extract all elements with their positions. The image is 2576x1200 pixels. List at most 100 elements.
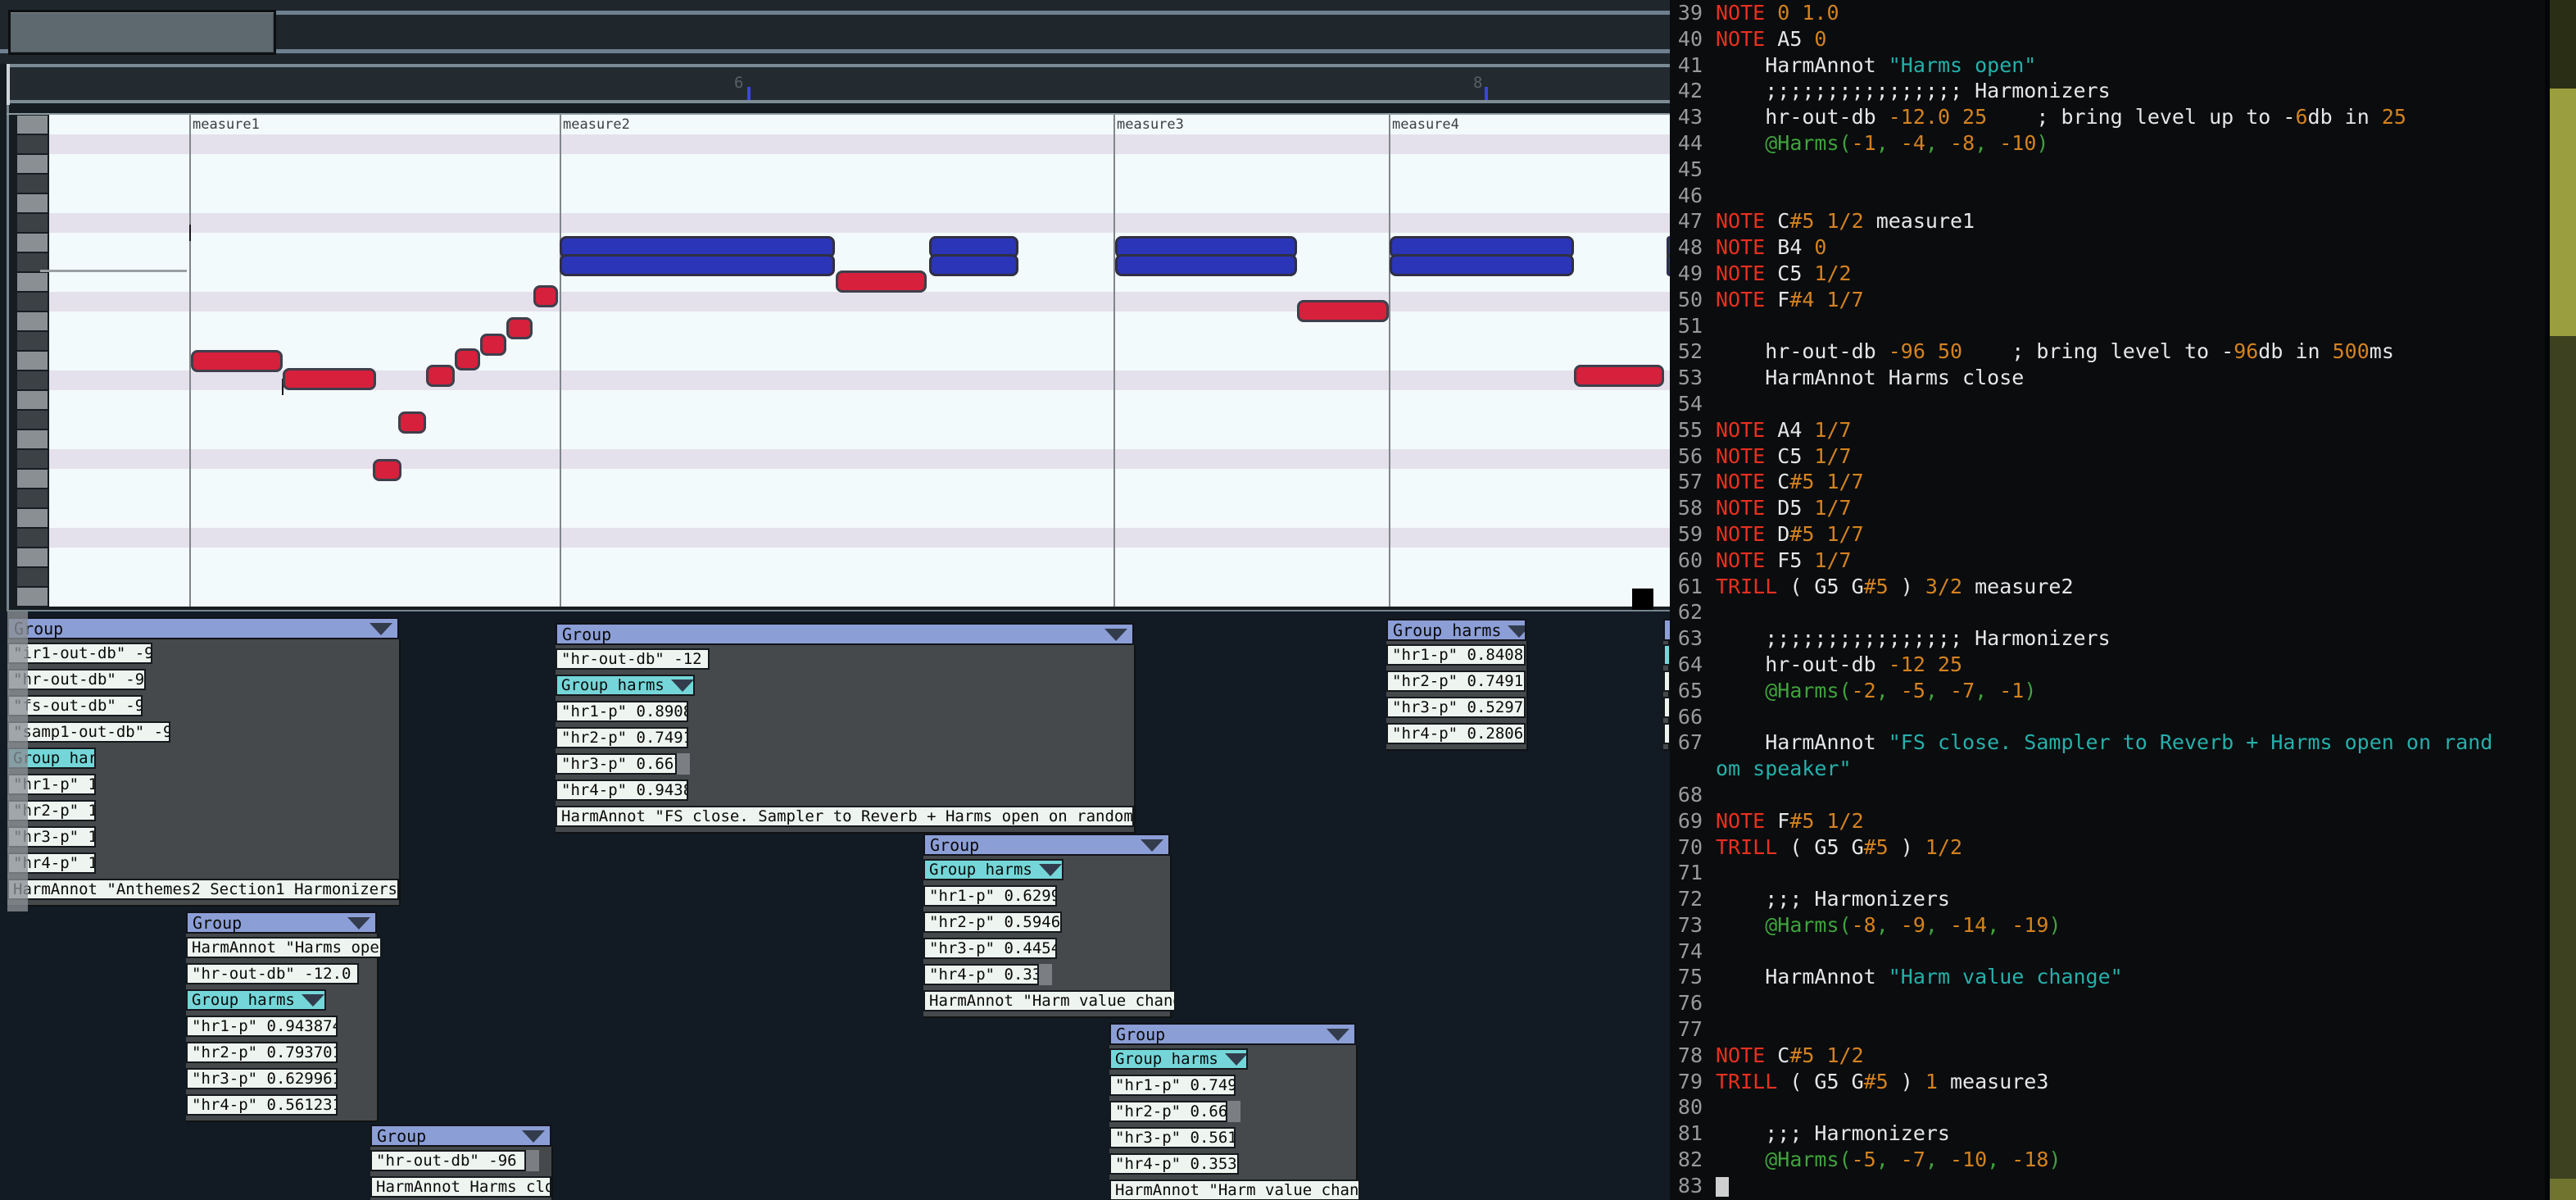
group-header[interactable]: Group bbox=[556, 623, 1134, 645]
group-header[interactable]: Group bbox=[7, 617, 399, 639]
subgroup-header[interactable]: Group harms bbox=[1109, 1048, 1248, 1070]
group-header[interactable]: Group bbox=[923, 834, 1170, 856]
keyboard-key[interactable] bbox=[17, 391, 48, 409]
param-row[interactable]: "hr4-p" 0.280616 bbox=[1386, 723, 1526, 744]
param-row[interactable]: "hr1-p" 0.749154 bbox=[1109, 1075, 1236, 1096]
param-row[interactable]: "hr2-p" 0.749154 bbox=[1386, 670, 1526, 692]
subgroup-header[interactable]: Group harms bbox=[556, 675, 695, 696]
playhead-tick[interactable] bbox=[1485, 87, 1488, 100]
code-scrollbar-thumb[interactable] bbox=[2550, 89, 2576, 336]
param-row[interactable]: "hr2-p" 0.594604 bbox=[923, 911, 1062, 933]
param-row[interactable]: HarmAnnot "Harms open" bbox=[186, 937, 382, 958]
keyboard-key[interactable] bbox=[17, 116, 48, 134]
keyboard-key[interactable] bbox=[17, 470, 48, 488]
score-code-editor[interactable]: 39 NOTE 0 1.0 40 NOTE A5 0 41 HarmAnnot "Har… bbox=[1670, 0, 2545, 1200]
param-row[interactable]: "ir1-out-db" -96.0 bbox=[7, 643, 152, 664]
dropdown-triangle-icon[interactable] bbox=[522, 1130, 545, 1143]
note-red[interactable] bbox=[533, 285, 558, 307]
dropdown-triangle-icon[interactable] bbox=[1508, 625, 1525, 638]
group-header[interactable]: Group bbox=[370, 1125, 551, 1147]
param-row[interactable]: "hr-out-db" -96.0 bbox=[7, 669, 146, 690]
subgroup-header[interactable]: Group harms bbox=[923, 859, 1064, 880]
keyboard-key[interactable] bbox=[17, 234, 48, 252]
param-row[interactable]: "hr3-p" 0.529732 bbox=[1386, 697, 1526, 718]
dropdown-triangle-icon[interactable] bbox=[1104, 629, 1127, 641]
param-row[interactable]: "hr3-p" 0.629961 bbox=[186, 1068, 338, 1089]
param-row[interactable]: "hr3-p" 0.66742 bbox=[556, 753, 677, 775]
param-row[interactable]: "hr4-p" 0.561231 bbox=[186, 1094, 338, 1116]
keyboard-key[interactable] bbox=[17, 430, 48, 448]
group-header[interactable]: Group harms bbox=[1386, 619, 1526, 641]
dropdown-triangle-icon[interactable] bbox=[1224, 1053, 1246, 1066]
keyboard-key[interactable] bbox=[17, 509, 48, 527]
param-row[interactable]: "hr1-p" 0.943874 bbox=[186, 1016, 338, 1037]
timeline-ruler[interactable]: 68 bbox=[7, 64, 1670, 103]
param-row[interactable]: "hr2-p" 0.749154 bbox=[556, 727, 688, 748]
param-row[interactable]: "samp1-out-db" -96.0 bbox=[7, 721, 170, 743]
note-red[interactable] bbox=[373, 459, 401, 481]
param-row[interactable]: "hr4-p" 0.33371 bbox=[923, 964, 1039, 985]
keyboard-key[interactable] bbox=[17, 273, 48, 291]
keyboard-key[interactable] bbox=[17, 489, 48, 507]
dropdown-triangle-icon[interactable] bbox=[670, 680, 693, 692]
playhead-tick[interactable] bbox=[747, 87, 751, 100]
keyboard-key[interactable] bbox=[17, 450, 48, 468]
param-row[interactable]: "hr4-p" 0.353553 bbox=[1109, 1153, 1239, 1175]
keyboard-key[interactable] bbox=[17, 529, 48, 547]
group-header[interactable]: Group bbox=[1109, 1023, 1356, 1045]
subgroup-header[interactable]: Group harms bbox=[186, 989, 326, 1011]
param-row[interactable]: "hr1-p" 0.629961 bbox=[923, 885, 1057, 907]
note-red[interactable] bbox=[398, 411, 426, 434]
param-row[interactable]: "hr3-p" 0.445449 bbox=[923, 938, 1057, 959]
dropdown-triangle-icon[interactable] bbox=[347, 917, 370, 930]
param-row[interactable]: "hr4-p" 0.943874 bbox=[556, 780, 688, 801]
dropdown-triangle-icon[interactable] bbox=[370, 623, 392, 635]
code-scrollbar-track-top[interactable] bbox=[2550, 0, 2576, 89]
keyboard-key[interactable] bbox=[17, 548, 48, 566]
note-red[interactable] bbox=[1297, 300, 1389, 322]
keyboard-key[interactable] bbox=[17, 175, 48, 193]
keyboard-key[interactable] bbox=[17, 135, 48, 153]
automation-node-canvas[interactable]: Group "ir1-out-db" -96.0 "hr-out-db" -96.0… bbox=[0, 611, 1671, 1200]
note-red[interactable] bbox=[455, 348, 480, 370]
dropdown-triangle-icon[interactable] bbox=[1141, 839, 1163, 852]
trill-note-blue[interactable] bbox=[1115, 254, 1297, 276]
note-red[interactable] bbox=[1574, 365, 1664, 387]
param-row[interactable]: "hr-out-db" -96 50 bbox=[370, 1150, 526, 1171]
keyboard-key[interactable] bbox=[17, 411, 48, 429]
keyboard-key[interactable] bbox=[17, 371, 48, 389]
group-header[interactable]: Group bbox=[186, 911, 377, 934]
resize-handle[interactable] bbox=[1632, 589, 1653, 610]
annotation-row[interactable]: HarmAnnot "Harm value change" bbox=[923, 990, 1176, 1011]
param-row[interactable]: "hr1-p" 0.840896 bbox=[1386, 644, 1526, 666]
note-red[interactable] bbox=[506, 317, 533, 339]
annotation-row[interactable]: HarmAnnot "FS close. Sampler to Reverb +… bbox=[556, 806, 1134, 827]
keyboard-key[interactable] bbox=[17, 293, 48, 311]
trill-note-blue[interactable] bbox=[560, 254, 835, 276]
code-scrollbar-track-bottom[interactable] bbox=[2550, 336, 2576, 1200]
keyboard-key[interactable] bbox=[17, 588, 48, 606]
dropdown-triangle-icon[interactable] bbox=[1038, 864, 1062, 876]
annotation-row[interactable]: HarmAnnot Harms close bbox=[370, 1176, 551, 1198]
keyboard-key[interactable] bbox=[17, 352, 48, 370]
param-row[interactable]: "hr2-p" 0.66742 bbox=[1109, 1101, 1227, 1122]
param-row[interactable]: "hr-out-db" -12 25 bbox=[556, 648, 710, 670]
dropdown-triangle-icon[interactable] bbox=[1663, 625, 1665, 637]
keyboard-key[interactable] bbox=[17, 214, 48, 232]
trill-note-blue[interactable] bbox=[929, 254, 1018, 276]
note-red[interactable] bbox=[191, 350, 283, 372]
annotation-row[interactable]: HarmAnnot "Harm value change" bbox=[1109, 1180, 1360, 1200]
keyboard-key[interactable] bbox=[17, 253, 48, 271]
dropdown-triangle-icon[interactable] bbox=[301, 994, 324, 1007]
dropdown-triangle-icon[interactable] bbox=[1327, 1029, 1349, 1041]
code-scrollbar-endcap[interactable] bbox=[2550, 1179, 2576, 1200]
param-row[interactable]: "hr2-p" 0.793701 bbox=[186, 1042, 338, 1063]
param-row[interactable]: "hr3-p" 0.561231 bbox=[1109, 1127, 1236, 1148]
canvas-left-scrollbar[interactable] bbox=[7, 611, 28, 911]
keyboard-key[interactable] bbox=[17, 568, 48, 586]
keyboard-key[interactable] bbox=[17, 312, 48, 330]
keyboard-key[interactable] bbox=[17, 332, 48, 350]
note-red[interactable] bbox=[283, 368, 376, 390]
keyboard-key[interactable] bbox=[17, 194, 48, 212]
param-row[interactable]: "hr-out-db" -12.0 25 bbox=[186, 963, 359, 984]
